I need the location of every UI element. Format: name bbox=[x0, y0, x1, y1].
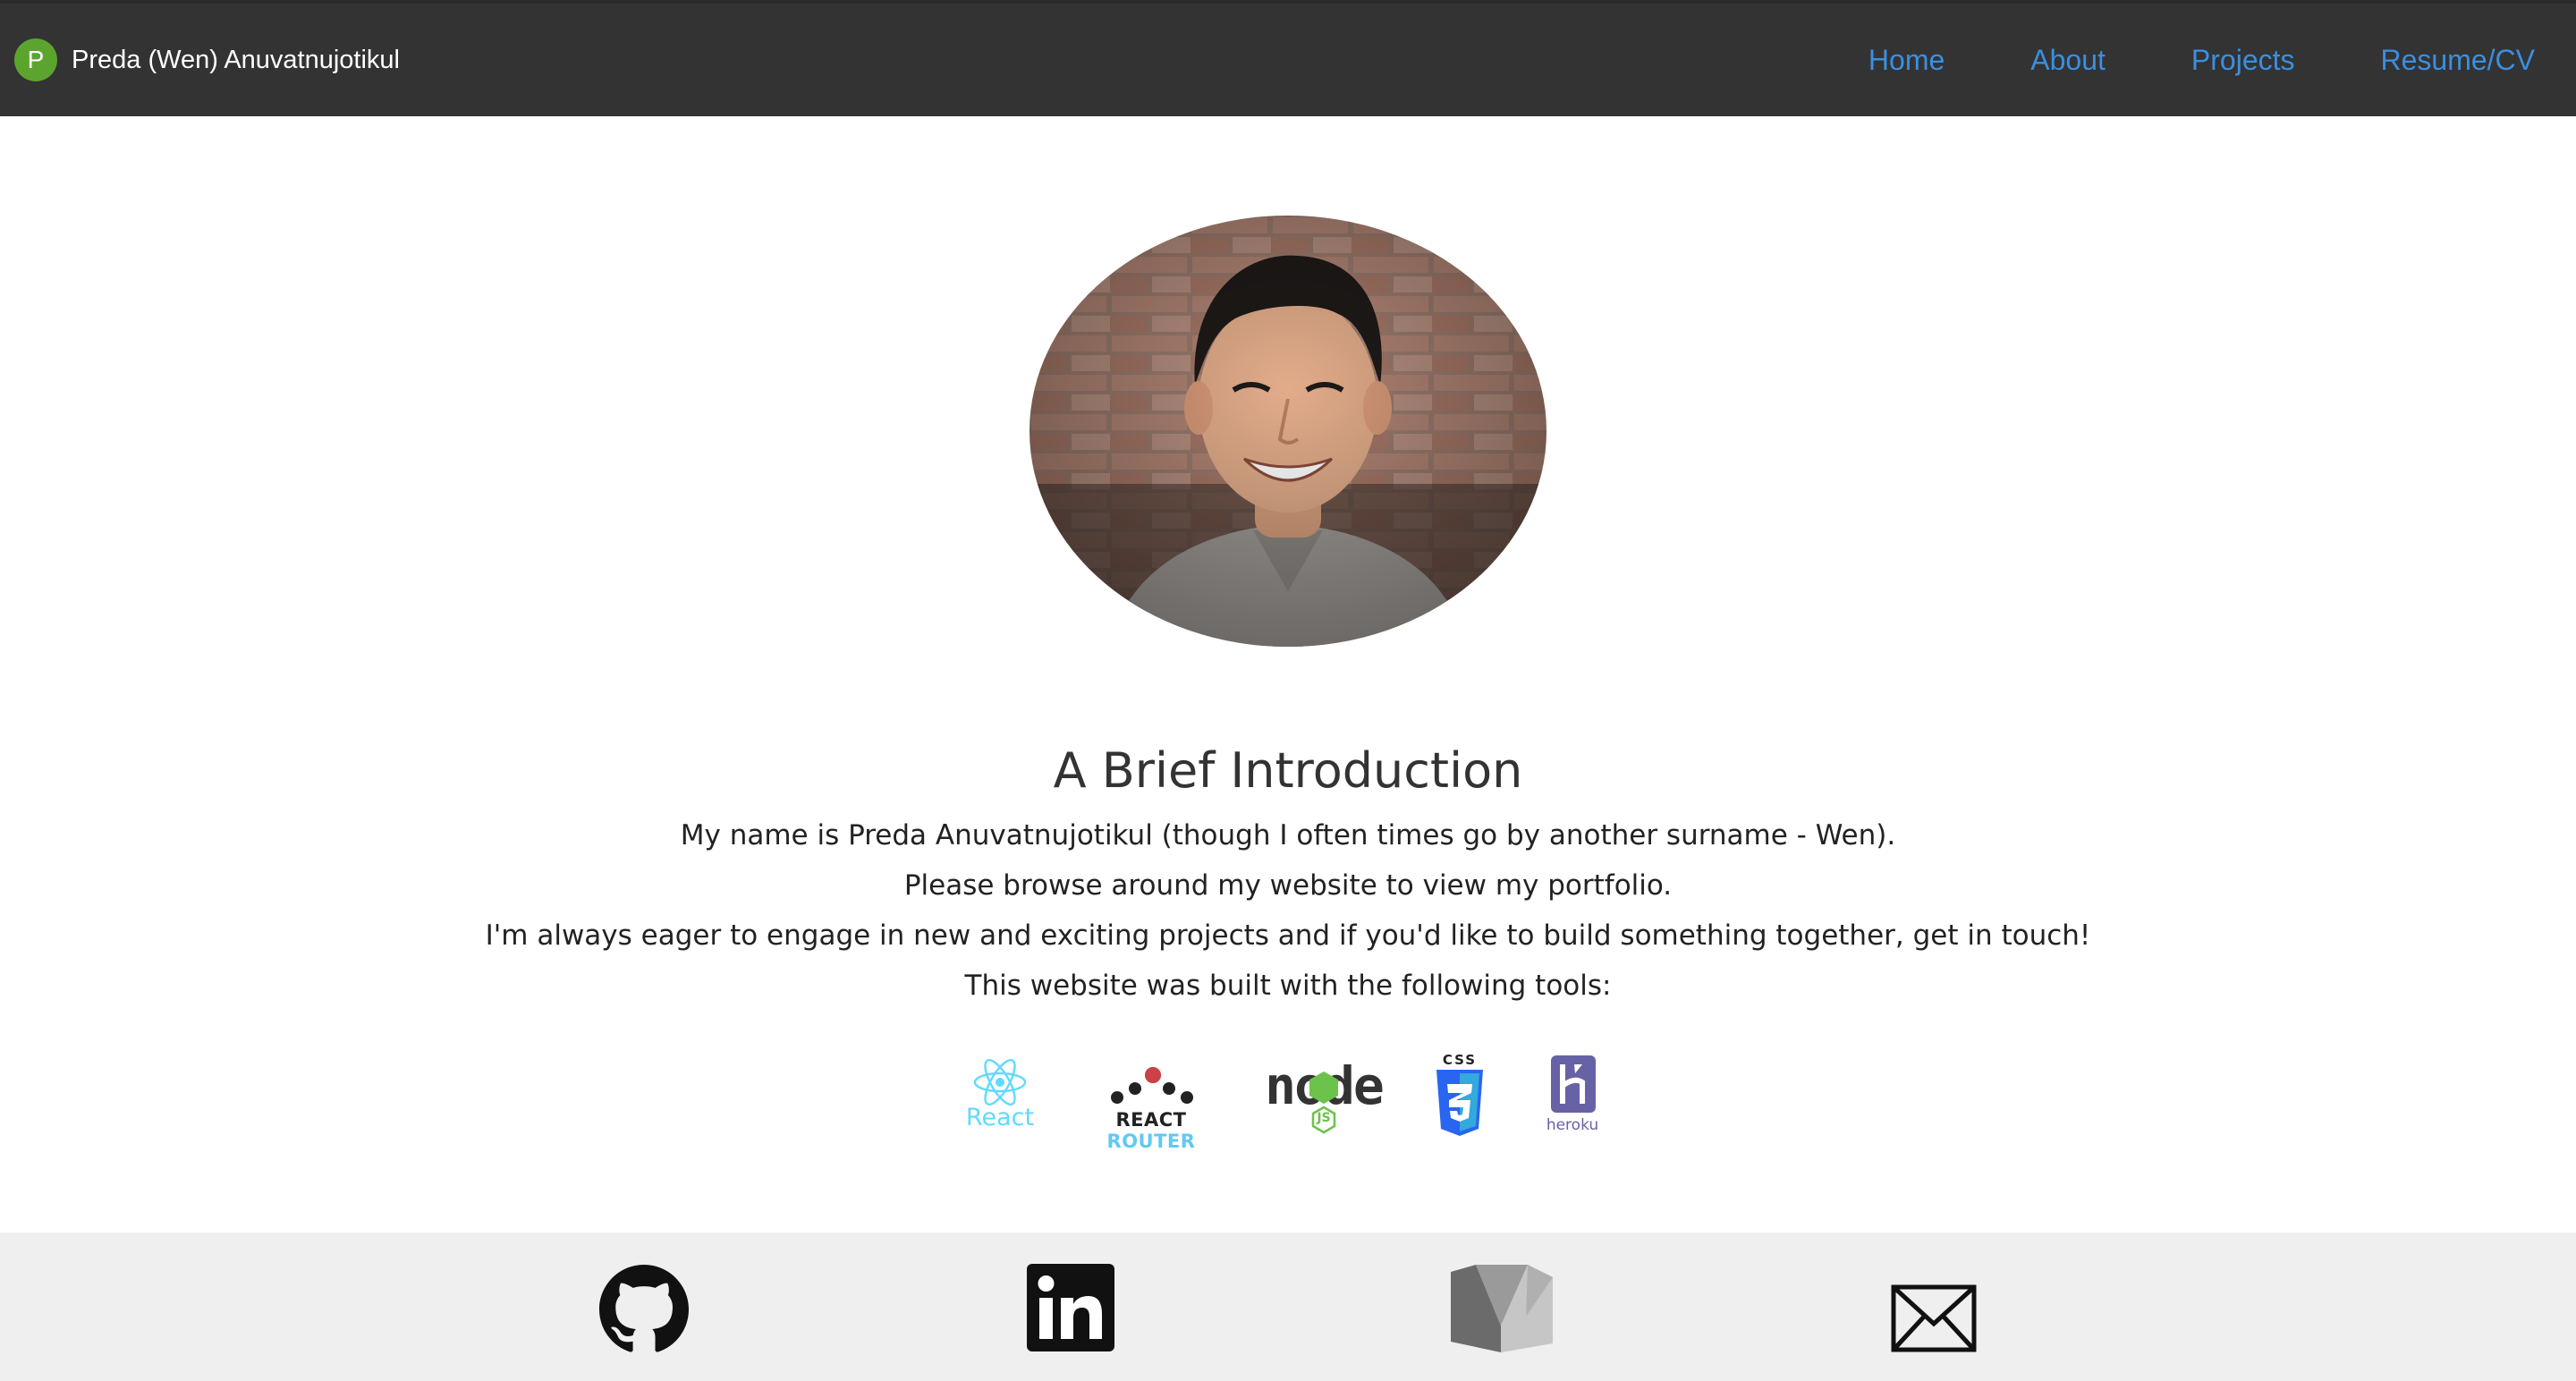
react-router-label-1: REACT bbox=[1115, 1109, 1187, 1131]
medium-icon[interactable] bbox=[1451, 1263, 1553, 1352]
react-router-icon bbox=[1111, 1067, 1193, 1104]
css3-logo: CSS bbox=[1431, 1052, 1488, 1145]
react-label: React bbox=[965, 1104, 1035, 1131]
nav-link-about[interactable]: About bbox=[2030, 44, 2106, 77]
envelope-icon[interactable] bbox=[1891, 1274, 1977, 1363]
footer bbox=[0, 1233, 2576, 1381]
nav-link-home[interactable]: Home bbox=[1868, 44, 1945, 77]
tools-list: React REACT ROUTER node JS CSS bbox=[957, 1052, 1619, 1152]
profile-photo-illustration bbox=[1030, 216, 1546, 647]
node-logo: node JS bbox=[1261, 1055, 1386, 1145]
intro-line-2: Please browse around my website to view … bbox=[903, 869, 1673, 902]
linkedin-icon[interactable] bbox=[1027, 1263, 1114, 1352]
node-js-label: JS bbox=[1317, 1111, 1331, 1125]
css3-label: CSS bbox=[1442, 1052, 1478, 1068]
intro-line-3: I'm always eager to engage in new and ex… bbox=[485, 919, 2091, 952]
brand-name[interactable]: Preda (Wen) Anuvatnujotikul bbox=[72, 46, 400, 75]
heroku-logo: heroku bbox=[1538, 1055, 1606, 1145]
react-icon bbox=[973, 1059, 1027, 1106]
node-hexagon-icon bbox=[1309, 1072, 1338, 1134]
github-icon[interactable] bbox=[597, 1265, 691, 1354]
intro-line-1: My name is Preda Anuvatnujotikul (though… bbox=[680, 819, 1896, 851]
brand[interactable]: P Preda (Wen) Anuvatnujotikul bbox=[14, 38, 400, 81]
react-router-logo: REACT ROUTER bbox=[1077, 1055, 1225, 1152]
nav-link-projects[interactable]: Projects bbox=[2191, 44, 2295, 77]
css3-shield-icon bbox=[1436, 1070, 1483, 1136]
nav-link-resume[interactable]: Resume/CV bbox=[2381, 44, 2536, 77]
react-logo: React bbox=[957, 1055, 1043, 1145]
nav-links: Home About Projects Resume/CV bbox=[1783, 44, 2535, 77]
heroku-label: heroku bbox=[1546, 1116, 1599, 1134]
intro-title: A Brief Introduction bbox=[1053, 742, 1523, 799]
react-router-label-2: ROUTER bbox=[1106, 1131, 1196, 1152]
navbar: P Preda (Wen) Anuvatnujotikul Home About… bbox=[0, 0, 2576, 116]
profile-photo bbox=[1030, 216, 1546, 647]
intro-line-4: This website was built with the followin… bbox=[964, 970, 1612, 1002]
heroku-icon bbox=[1551, 1055, 1596, 1113]
brand-logo[interactable]: P bbox=[14, 38, 57, 81]
intro-section: A Brief Introduction My name is Preda An… bbox=[0, 732, 2576, 1011]
